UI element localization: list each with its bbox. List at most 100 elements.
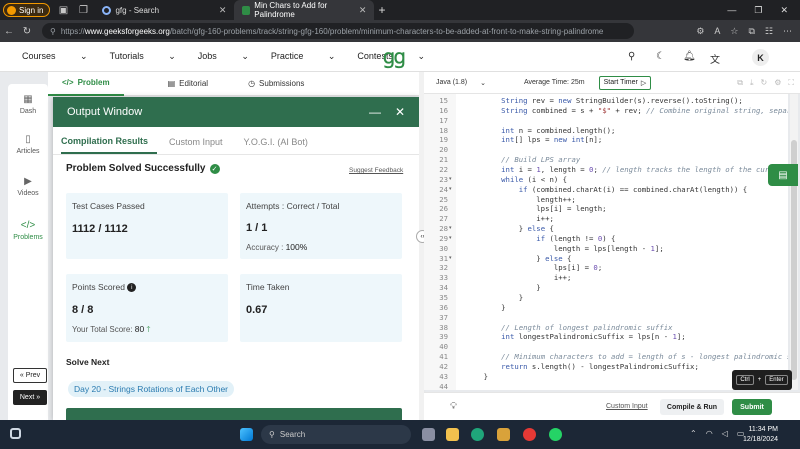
code-editor[interactable]: 15 String rev = new StringBuilder(s).rev… [424, 94, 788, 390]
browser-tab-problem[interactable]: Min Chars to Add for Palindrome ✕ [234, 0, 375, 20]
read-aloud-icon[interactable]: A [714, 26, 720, 37]
workspaces-icon[interactable]: ▣ [56, 3, 70, 17]
tab-problem[interactable]: </> Problem [48, 72, 124, 96]
close-icon[interactable]: ✕ [395, 105, 405, 119]
rail-item-dash[interactable]: ▦ Dash [8, 94, 48, 115]
dark-mode-icon[interactable]: ☾ [656, 51, 665, 62]
extensions-icon[interactable]: ⚙ [696, 26, 704, 37]
minimize-icon[interactable]: — [369, 105, 381, 119]
new-tab-icon[interactable]: + [378, 3, 385, 17]
code-line[interactable]: } [466, 293, 523, 302]
code-line[interactable]: String combined = s + "$" + rev; // Comb… [466, 106, 788, 115]
wifi-icon[interactable]: ◠ [706, 429, 713, 438]
restore-icon[interactable]: ❐ [754, 5, 762, 16]
chevron-up-icon[interactable]: ⌃ [690, 429, 697, 438]
rail-item-videos[interactable]: ▶ Videos [8, 176, 48, 197]
chrome-icon[interactable] [523, 428, 536, 441]
next-problem-banner[interactable] [66, 408, 402, 420]
code-line[interactable]: // Build LPS array [466, 155, 580, 164]
compile-run-button[interactable]: Compile & Run [660, 399, 724, 415]
code-line[interactable]: int[] lps = new int[n]; [466, 135, 602, 144]
fold-icon[interactable]: ▾ [449, 186, 452, 192]
tab-compilation-results[interactable]: Compilation Results [61, 136, 158, 154]
collections-icon[interactable]: ☷ [765, 26, 773, 37]
volume-icon[interactable]: ◁ [722, 429, 728, 438]
code-line[interactable]: } [466, 372, 488, 381]
code-line[interactable]: i++; [466, 214, 554, 223]
code-line[interactable]: lps[i] = length; [466, 204, 606, 213]
menu-tutorials[interactable]: Tutorials ⌄ [110, 51, 176, 62]
edge-icon[interactable] [471, 428, 484, 441]
fold-icon[interactable]: ▾ [449, 235, 452, 241]
code-line[interactable]: String rev = new StringBuilder(s).revers… [466, 96, 743, 105]
search-icon[interactable]: ⚲ [628, 51, 635, 62]
back-icon[interactable]: ← [0, 26, 18, 37]
code-line[interactable]: } else { [466, 224, 554, 233]
more-icon[interactable]: ⋯ [783, 26, 792, 37]
code-line[interactable]: int i = 1, length = 0; // length tracks … [466, 165, 787, 174]
tab-actions-icon[interactable]: ❐ [76, 3, 90, 17]
code-line[interactable]: int n = combined.length(); [466, 126, 615, 135]
tab-editorial[interactable]: ▤ Editorial [168, 79, 208, 88]
suggest-feedback-link[interactable]: Suggest Feedback [349, 167, 403, 174]
menu-courses[interactable]: Courses ⌄ [22, 51, 88, 62]
lightbulb-icon[interactable]: 💡︎ [450, 401, 457, 412]
start-timer-button[interactable]: Start Timer ▷ [598, 75, 652, 90]
copy-icon[interactable]: ⧉ [737, 78, 743, 88]
fold-icon[interactable]: ▾ [449, 255, 452, 261]
browser-tab-search[interactable]: gfg - Search ✕ [94, 0, 234, 20]
url-input[interactable]: ⚲ https://www.geeksforgeeks.org/batch/gf… [42, 23, 634, 39]
store-icon[interactable] [497, 428, 510, 441]
menu-practice[interactable]: Practice ⌄ [271, 51, 336, 62]
tab-yogi-ai-bot[interactable]: Y.O.G.I. (AI Bot) [244, 137, 317, 154]
rail-item-articles[interactable]: ▯ Articles [8, 134, 48, 155]
code-line[interactable]: // Length of longest palindromic suffix [466, 323, 672, 332]
language-select[interactable]: Java (1.8) ⌄ [436, 76, 486, 90]
profile-sign-in-button[interactable]: Sign in [3, 3, 51, 17]
code-line[interactable]: length++; [466, 195, 576, 204]
code-line[interactable]: return s.length() - longestPalindromicSu… [466, 362, 699, 371]
minimize-icon[interactable]: — [727, 5, 736, 16]
code-line[interactable]: lps[i] = 0; [466, 263, 602, 272]
code-line[interactable]: } [466, 303, 505, 312]
prev-button[interactable]: « Prev [13, 368, 47, 383]
code-line[interactable]: // Minimum characters to add = length of… [466, 352, 788, 361]
code-line[interactable]: length = lps[length - 1]; [466, 244, 664, 253]
whatsapp-icon[interactable] [549, 428, 562, 441]
code-line[interactable]: } else { [466, 254, 571, 263]
favorites-icon[interactable]: ☆ [730, 26, 738, 37]
taskbar-app-icon[interactable] [422, 428, 435, 441]
close-tab-icon[interactable]: ✕ [359, 5, 367, 16]
tab-submissions[interactable]: ◷ Submissions [248, 79, 304, 88]
chat-icon[interactable]: ▤ [768, 164, 798, 186]
fold-icon[interactable]: ▾ [449, 225, 452, 231]
code-line[interactable]: i++; [466, 273, 572, 282]
download-icon[interactable]: ⤓ [750, 78, 754, 88]
menu-jobs[interactable]: Jobs ⌄ [198, 51, 249, 62]
rail-item-problems[interactable]: </> Problems [8, 220, 48, 241]
tab-custom-input[interactable]: Custom Input [169, 137, 232, 154]
code-line[interactable]: while (i < n) { [466, 175, 567, 184]
windows-start-icon[interactable] [240, 428, 253, 441]
reset-icon[interactable]: ↻ [761, 78, 768, 88]
taskbar-clock[interactable]: 11:34 PM 12/18/2024 [736, 425, 778, 445]
next-problem-chip[interactable]: Day 20 - Strings Rotations of Each Other [68, 381, 235, 397]
notification-bell-icon[interactable]: 🔔︎ [683, 51, 696, 62]
close-tab-icon[interactable]: ✕ [219, 5, 227, 16]
info-icon[interactable]: i [127, 283, 137, 293]
reload-icon[interactable]: ↻ [18, 26, 36, 37]
gfg-logo[interactable]: ꞬꞬ [383, 47, 406, 69]
split-screen-icon[interactable]: ⧉ [748, 26, 754, 37]
taskbar-search[interactable]: ⚲ Search [261, 425, 411, 444]
fold-icon[interactable]: ▾ [449, 176, 452, 182]
code-line[interactable]: int longestPalindromicSuffix = lps[n - 1… [466, 332, 686, 341]
task-view-icon[interactable] [10, 428, 21, 439]
user-avatar[interactable]: K [752, 49, 769, 66]
code-line[interactable]: if (combined.charAt(i) == combined.charA… [466, 185, 747, 194]
settings-icon[interactable]: ⚙ [774, 78, 781, 88]
custom-input-link[interactable]: Custom Input [606, 403, 648, 410]
translate-icon[interactable]: 文 [710, 51, 720, 66]
next-button[interactable]: Next » [13, 390, 47, 405]
close-window-icon[interactable]: ✕ [780, 5, 788, 16]
site-info-icon[interactable]: ⚲ [50, 27, 56, 36]
